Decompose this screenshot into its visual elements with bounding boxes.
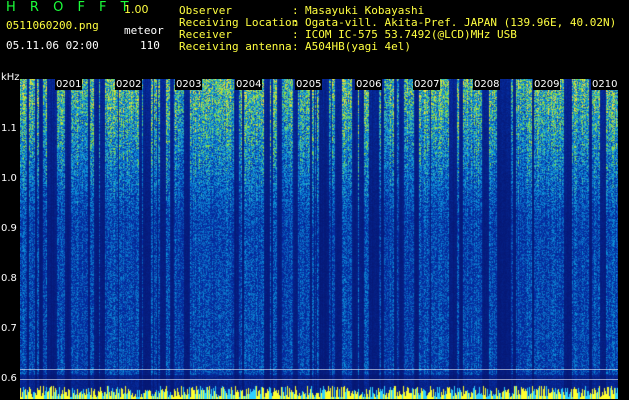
gridline bbox=[20, 379, 618, 380]
x-tick-label: 0207 bbox=[413, 79, 441, 90]
y-tick-label: 1.0 bbox=[1, 173, 17, 184]
antenna-label: Receiving antenna bbox=[179, 40, 292, 53]
x-tick-label: 0206 bbox=[355, 79, 383, 90]
colon-separator: : bbox=[292, 40, 299, 53]
y-tick-label: 0.6 bbox=[1, 373, 17, 384]
x-tick-label: 0204 bbox=[235, 79, 263, 90]
detection-count: 110 bbox=[140, 39, 160, 52]
y-tick-label: 1.1 bbox=[1, 123, 17, 134]
x-tick-label: 0208 bbox=[473, 79, 501, 90]
y-tick-label: 0.8 bbox=[1, 273, 17, 284]
x-tick-label: 0210 bbox=[591, 79, 619, 90]
y-axis-unit: kHz bbox=[1, 72, 20, 83]
x-tick-label: 0205 bbox=[295, 79, 323, 90]
mode-label: meteor bbox=[124, 24, 164, 37]
spectrogram bbox=[20, 79, 618, 399]
y-tick-label: 0.9 bbox=[1, 223, 17, 234]
file-name: 0511060200.png bbox=[6, 19, 99, 32]
y-tick-label: 0.7 bbox=[1, 323, 17, 334]
app-version: 1.00 bbox=[124, 3, 149, 16]
gridline bbox=[20, 369, 618, 370]
x-tick-label: 0209 bbox=[533, 79, 561, 90]
app-title: H R O F F T bbox=[6, 0, 134, 15]
x-tick-label: 0201 bbox=[55, 79, 83, 90]
datetime: 05.11.06 02:00 bbox=[6, 39, 99, 52]
x-tick-label: 0203 bbox=[175, 79, 203, 90]
antenna-value: A504HB(yagi 4el) bbox=[305, 40, 411, 53]
x-tick-label: 0202 bbox=[115, 79, 143, 90]
spectrogram-canvas bbox=[20, 79, 618, 399]
